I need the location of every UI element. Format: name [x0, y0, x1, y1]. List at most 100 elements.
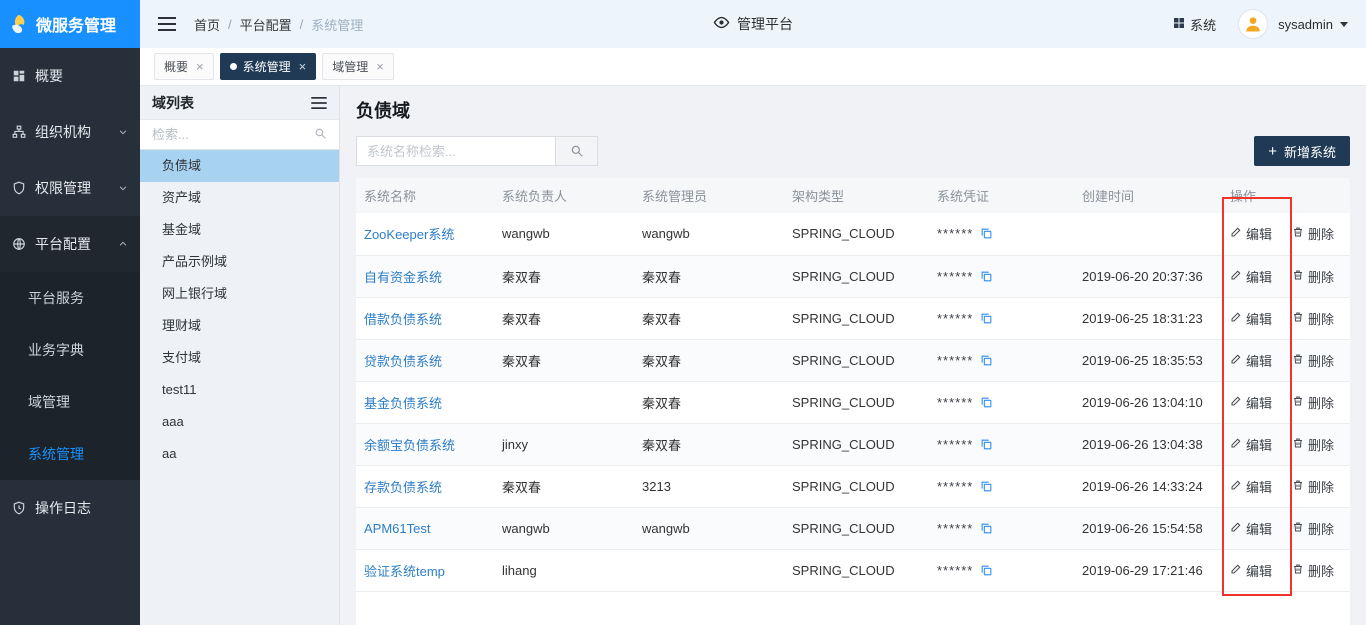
system-search-input[interactable]: [356, 136, 556, 166]
system-name-link[interactable]: 贷款负债系统: [364, 354, 442, 369]
credential-mask: ******: [937, 269, 973, 284]
system-name-link[interactable]: ZooKeeper系统: [364, 227, 454, 242]
domain-list-item[interactable]: 理财域: [140, 310, 339, 342]
column-header: 系统名称: [356, 178, 494, 213]
sidebar-item-label: 操作日志: [35, 498, 91, 518]
sidebar-item-4[interactable]: 平台配置: [0, 216, 140, 272]
owner-cell: 秦双春: [494, 297, 634, 339]
close-icon[interactable]: ×: [376, 60, 384, 73]
delete-icon: [1292, 311, 1304, 326]
owner-cell: 秦双春: [494, 465, 634, 507]
table-row: ZooKeeper系统wangwbwangwbSPRING_CLOUD*****…: [356, 213, 1350, 255]
delete-button[interactable]: 删除: [1292, 477, 1334, 496]
breadcrumb-separator: /: [228, 17, 232, 32]
copy-icon[interactable]: [980, 227, 993, 240]
system-name-link[interactable]: 基金负债系统: [364, 396, 442, 411]
systems-table: 系统名称系统负责人系统管理员架构类型系统凭证创建时间操作 ZooKeeper系统…: [356, 178, 1350, 592]
panel-menu-icon[interactable]: [311, 97, 327, 109]
domain-list-item[interactable]: aaa: [140, 406, 339, 438]
delete-button[interactable]: 删除: [1292, 393, 1334, 412]
domain-list-item[interactable]: 基金域: [140, 214, 339, 246]
edit-button[interactable]: 编辑: [1230, 351, 1272, 370]
actions-cell: 编辑 删除: [1222, 465, 1350, 507]
edit-icon: [1230, 563, 1242, 578]
delete-button[interactable]: 删除: [1292, 435, 1334, 454]
arch-type-cell: SPRING_CLOUD: [784, 549, 929, 591]
breadcrumb-home[interactable]: 首页: [194, 15, 220, 34]
domain-list-item[interactable]: aa: [140, 438, 339, 470]
delete-button[interactable]: 删除: [1292, 351, 1334, 370]
delete-button[interactable]: 删除: [1292, 224, 1334, 243]
edit-button[interactable]: 编辑: [1230, 519, 1272, 538]
close-icon[interactable]: ×: [299, 60, 307, 73]
domain-list-item[interactable]: 网上银行域: [140, 278, 339, 310]
admin-cell: 秦双春: [634, 297, 784, 339]
credential-cell: ******: [929, 507, 1074, 549]
system-switcher[interactable]: 系统: [1173, 15, 1216, 34]
delete-button[interactable]: 删除: [1292, 267, 1334, 286]
domain-list-item[interactable]: 产品示例域: [140, 246, 339, 278]
delete-button[interactable]: 删除: [1292, 519, 1334, 538]
search-button[interactable]: [556, 136, 598, 166]
edit-button[interactable]: 编辑: [1230, 267, 1272, 286]
column-header: 系统凭证: [929, 178, 1074, 213]
edit-button[interactable]: 编辑: [1230, 477, 1272, 496]
edit-button[interactable]: 编辑: [1230, 561, 1272, 580]
breadcrumb-platform-config[interactable]: 平台配置: [240, 15, 292, 34]
table-row: 验证系统templihangSPRING_CLOUD******2019-06-…: [356, 549, 1350, 591]
edit-icon: [1230, 269, 1242, 284]
delete-icon: [1292, 563, 1304, 578]
user-menu[interactable]: sysadmin: [1278, 17, 1348, 32]
sidebar-subitem[interactable]: 域管理: [0, 376, 140, 428]
table-row: 余额宝负债系统jinxy秦双春SPRING_CLOUD******2019-06…: [356, 423, 1350, 465]
copy-icon[interactable]: [980, 270, 993, 283]
sidebar-item-2[interactable]: 组织机构: [0, 104, 140, 160]
table-header-row: 系统名称系统负责人系统管理员架构类型系统凭证创建时间操作: [356, 178, 1350, 213]
sidebar-item-5[interactable]: 操作日志: [0, 480, 140, 536]
system-name-link[interactable]: 借款负债系统: [364, 312, 442, 327]
domain-list-item[interactable]: 支付域: [140, 342, 339, 374]
delete-icon: [1292, 353, 1304, 368]
add-system-button[interactable]: + 新增系统: [1254, 136, 1350, 166]
created-time-cell: 2019-06-20 20:37:36: [1074, 255, 1222, 297]
copy-icon[interactable]: [980, 480, 993, 493]
copy-icon[interactable]: [980, 396, 993, 409]
close-icon[interactable]: ×: [196, 60, 204, 73]
edit-button[interactable]: 编辑: [1230, 435, 1272, 454]
domain-list-item[interactable]: 资产域: [140, 182, 339, 214]
arch-type-cell: SPRING_CLOUD: [784, 423, 929, 465]
system-name-link[interactable]: APM61Test: [364, 521, 430, 536]
copy-icon[interactable]: [980, 438, 993, 451]
actions-cell: 编辑 删除: [1222, 339, 1350, 381]
domain-list-item[interactable]: 负债域: [140, 150, 339, 182]
sidebar-item-3[interactable]: 权限管理: [0, 160, 140, 216]
copy-icon[interactable]: [980, 354, 993, 367]
system-name-link[interactable]: 自有资金系统: [364, 270, 442, 285]
system-name-link[interactable]: 验证系统temp: [364, 564, 445, 579]
copy-icon[interactable]: [980, 564, 993, 577]
sidebar-subitem[interactable]: 平台服务: [0, 272, 140, 324]
copy-icon[interactable]: [980, 522, 993, 535]
sidebar-item-1[interactable]: 概要: [0, 48, 140, 104]
shield-icon: [12, 181, 26, 195]
avatar[interactable]: [1238, 9, 1268, 39]
edit-button[interactable]: 编辑: [1230, 393, 1272, 412]
domain-list-item[interactable]: test11: [140, 374, 339, 406]
delete-button[interactable]: 删除: [1292, 309, 1334, 328]
copy-icon[interactable]: [980, 312, 993, 325]
tab-2[interactable]: 系统管理×: [220, 53, 317, 80]
system-name-link[interactable]: 存款负债系统: [364, 480, 442, 495]
tab-1[interactable]: 概要×: [154, 53, 214, 80]
tab-3[interactable]: 域管理×: [322, 53, 394, 80]
system-name-link[interactable]: 余额宝负债系统: [364, 438, 455, 453]
domain-search-input[interactable]: [152, 127, 308, 142]
delete-icon: [1292, 226, 1304, 241]
sidebar-subitem[interactable]: 业务字典: [0, 324, 140, 376]
delete-button[interactable]: 删除: [1292, 561, 1334, 580]
edit-button[interactable]: 编辑: [1230, 309, 1272, 328]
app-logo[interactable]: 微服务管理: [0, 0, 140, 48]
domain-panel: 域列表 负债域资产域基金域产品示例域网上银行域理财域支付域test11aaaaa: [140, 86, 340, 625]
edit-button[interactable]: 编辑: [1230, 224, 1272, 243]
sidebar-subitem[interactable]: 系统管理: [0, 428, 140, 480]
menu-toggle-icon[interactable]: [158, 17, 176, 31]
